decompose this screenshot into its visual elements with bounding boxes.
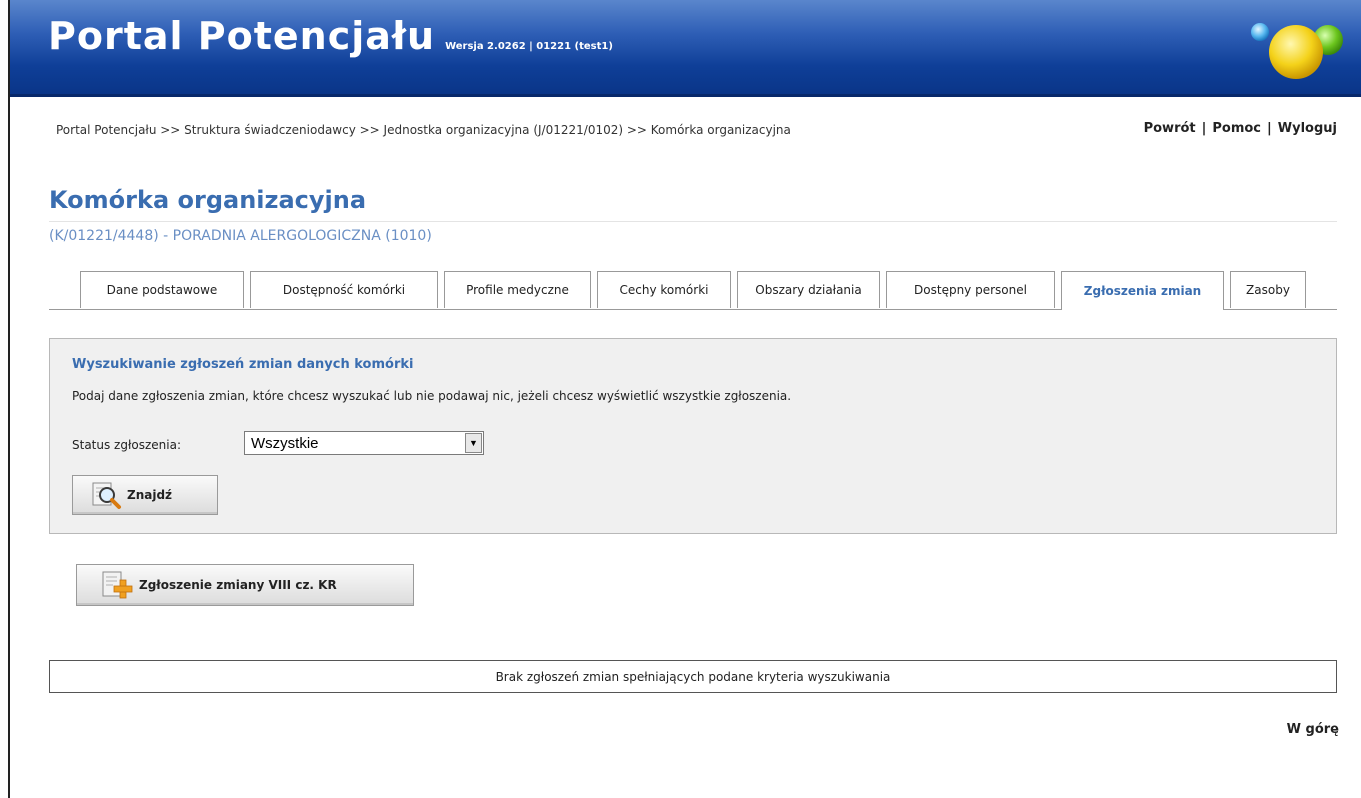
status-select-value: Wszystkie xyxy=(251,435,319,452)
tab-bar: Dane podstawowe Dostępność komórki Profi… xyxy=(49,271,1337,310)
app-title: Portal Potencjału Wersja 2.0262 | 01221 (… xyxy=(48,14,613,58)
top-links: Powrót | Pomoc | Wyloguj xyxy=(1144,121,1337,136)
find-button[interactable]: Znajdź xyxy=(72,475,218,515)
page-title: Komórka organizacyjna xyxy=(49,186,367,214)
new-change-request-label: Zgłoszenie zmiany VIII cz. KR xyxy=(139,578,337,592)
find-button-label: Znajdź xyxy=(127,488,173,502)
separator: | xyxy=(1267,121,1272,136)
help-link[interactable]: Pomoc xyxy=(1212,121,1261,136)
breadcrumb[interactable]: Portal Potencjału >> Struktura świadczen… xyxy=(56,122,916,138)
logout-link[interactable]: Wyloguj xyxy=(1278,121,1337,136)
search-heading: Wyszukiwanie zgłoszeń zmian danych komór… xyxy=(72,357,414,372)
add-document-icon xyxy=(102,571,133,599)
app-title-text: Portal Potencjału xyxy=(48,14,436,58)
page-subtitle: (K/01221/4448) - PORADNIA ALERGOLOGICZNA… xyxy=(49,228,432,244)
app-header: Portal Potencjału Wersja 2.0262 | 01221 (… xyxy=(10,0,1361,97)
logo-icon xyxy=(1251,23,1343,79)
tab-dane-podstawowe[interactable]: Dane podstawowe xyxy=(80,271,244,308)
search-description: Podaj dane zgłoszenia zmian, które chces… xyxy=(72,389,792,403)
tab-zgloszenia-zmian[interactable]: Zgłoszenia zmian xyxy=(1061,271,1224,310)
version-info: Wersja 2.0262 | 01221 (test1) xyxy=(445,41,613,52)
separator: | xyxy=(1201,121,1207,136)
tab-dostepnosc-komorki[interactable]: Dostępność komórki xyxy=(250,271,438,308)
tab-cechy-komorki[interactable]: Cechy komórki xyxy=(597,271,731,308)
go-top-link[interactable]: W górę xyxy=(1287,722,1339,737)
back-link[interactable]: Powrót xyxy=(1144,121,1196,136)
search-panel: Wyszukiwanie zgłoszeń zmian danych komór… xyxy=(49,338,1337,534)
status-select[interactable]: Wszystkie ▼ xyxy=(244,431,484,455)
tab-profile-medyczne[interactable]: Profile medyczne xyxy=(444,271,591,308)
title-divider xyxy=(49,221,1337,222)
dropdown-arrow-icon[interactable]: ▼ xyxy=(465,433,482,453)
status-label: Status zgłoszenia: xyxy=(72,438,181,452)
app-frame: Portal Potencjału Wersja 2.0262 | 01221 (… xyxy=(8,0,1361,798)
tab-dostepny-personel[interactable]: Dostępny personel xyxy=(886,271,1055,308)
new-change-request-button[interactable]: Zgłoszenie zmiany VIII cz. KR xyxy=(76,564,414,606)
magnifier-icon xyxy=(92,482,121,509)
empty-result-message: Brak zgłoszeń zmian spełniających podane… xyxy=(49,660,1337,693)
tab-zasoby[interactable]: Zasoby xyxy=(1230,271,1306,308)
tab-obszary-dzialania[interactable]: Obszary działania xyxy=(737,271,880,308)
